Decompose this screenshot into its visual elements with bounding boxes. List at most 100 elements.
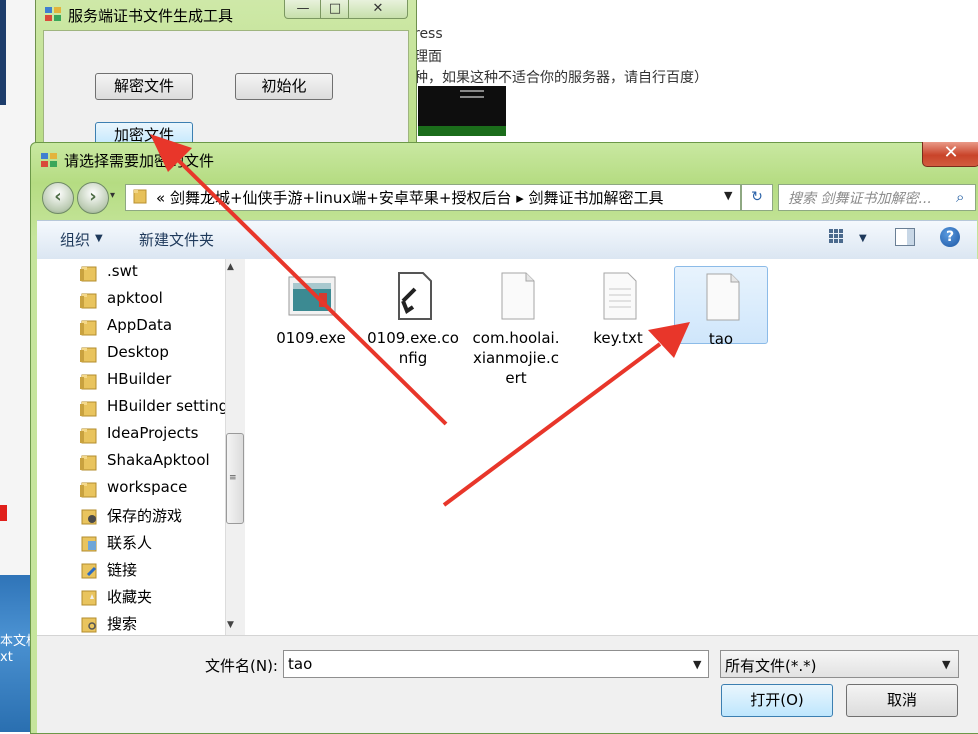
filetype-dropdown-icon[interactable]: ▼ — [942, 658, 950, 671]
favorites-icon — [80, 588, 100, 606]
exe-icon — [287, 271, 337, 321]
tree-item[interactable]: HBuilder — [80, 368, 225, 395]
forward-button[interactable]: › — [77, 182, 109, 214]
tree-item[interactable]: Desktop — [80, 341, 225, 368]
tree-item[interactable]: workspace — [80, 476, 225, 503]
folder-icon — [80, 480, 100, 498]
view-options-icon[interactable] — [828, 228, 844, 244]
history-dropdown-icon[interactable]: ▾ — [110, 190, 115, 201]
tool-window-title: 服务端证书文件生成工具 — [68, 7, 234, 25]
tree-item-label: 链接 — [107, 561, 138, 579]
tree-item[interactable]: 收藏夹 — [80, 584, 225, 611]
folder-icon — [80, 291, 100, 309]
tree-item[interactable]: AppData — [80, 314, 225, 341]
file-item[interactable]: 0109.exe — [265, 266, 357, 382]
tree-item[interactable]: 搜索 — [80, 611, 225, 638]
filename-label: 文件名(N): — [205, 657, 278, 675]
searches-icon — [80, 615, 100, 633]
folder-icon — [80, 345, 100, 363]
organize-menu[interactable]: 组织 — [60, 229, 90, 250]
background-blue-block — [0, 0, 6, 105]
contacts-icon — [80, 534, 100, 552]
search-icon[interactable]: ⌕ — [956, 188, 964, 206]
tree-item[interactable]: apktool — [80, 287, 225, 314]
folder-icon — [80, 453, 100, 471]
filename-input[interactable] — [283, 650, 709, 678]
maximize-button[interactable]: □ — [320, 0, 350, 19]
open-button[interactable]: 打开(O) — [721, 684, 833, 717]
terminal-status-bar — [418, 126, 506, 136]
address-path[interactable]: « 剑舞龙城+仙侠手游+linux端+安卓苹果+授权后台 ▸ 剑舞证书加解密工具 — [156, 187, 664, 208]
blank-file-icon — [492, 271, 542, 321]
background-red-mark — [0, 505, 7, 521]
tree-item-label: IdeaProjects — [107, 424, 199, 442]
back-button[interactable]: ‹ — [42, 182, 74, 214]
tree-item-label: ShakaApktool — [107, 451, 210, 469]
tree-item-label: .swt — [107, 262, 138, 280]
app-window-icon — [45, 7, 61, 21]
folder-icon — [133, 189, 147, 204]
terminal-line — [460, 90, 484, 92]
tree-item-label: 联系人 — [107, 534, 153, 552]
tree-item-label: apktool — [107, 289, 163, 307]
filename-dropdown-icon[interactable]: ▼ — [693, 658, 701, 671]
tree-item-label: HBuilder setting — [107, 397, 229, 415]
background-text: ress — [414, 26, 443, 42]
tree-item-label: Desktop — [107, 343, 169, 361]
minimize-button[interactable]: — — [284, 0, 322, 19]
tree-item-label: AppData — [107, 316, 173, 334]
terminal-line — [460, 96, 484, 98]
file-item[interactable]: com.hoolai.xianmojie.cert — [470, 266, 562, 387]
tool-close-button[interactable]: ✕ — [348, 0, 408, 19]
filename-value[interactable]: tao — [288, 655, 312, 673]
background-text: 理面 — [414, 49, 442, 65]
tree-item-label: HBuilder — [107, 370, 172, 388]
folder-icon — [80, 264, 100, 282]
tree-item[interactable]: IdeaProjects — [80, 422, 225, 449]
links-icon — [80, 561, 100, 579]
tree-item[interactable]: 链接 — [80, 557, 225, 584]
scroll-down-icon[interactable]: ▼ — [227, 620, 234, 630]
desktop-label: xt — [0, 650, 13, 665]
file-item-label: key.txt — [593, 329, 643, 347]
new-folder-button[interactable]: 新建文件夹 — [139, 229, 214, 250]
file-item[interactable]: key.txt — [572, 266, 664, 382]
file-item-label: tao — [708, 330, 734, 348]
blank-file-icon — [697, 272, 747, 322]
file-item-label: 0109.exe.config — [367, 329, 459, 367]
file-item[interactable]: tao — [674, 266, 768, 348]
tree-item[interactable]: 联系人 — [80, 530, 225, 557]
tree-item[interactable]: 保存的游戏 — [80, 503, 225, 530]
tree-item-label: 保存的游戏 — [107, 507, 183, 525]
scroll-up-icon[interactable]: ▲ — [227, 262, 234, 272]
preview-pane-icon[interactable] — [895, 228, 915, 246]
tree-item-label: workspace — [107, 478, 188, 496]
chevron-down-icon[interactable]: ▼ — [95, 233, 103, 244]
folder-icon — [80, 372, 100, 390]
scrollbar-grip-icon: ≡ — [229, 473, 237, 483]
config-file-icon — [389, 271, 439, 321]
chevron-down-icon[interactable]: ▼ — [859, 233, 867, 244]
saved-games-icon — [80, 507, 100, 525]
file-item-label: com.hoolai.xianmojie.cert — [472, 329, 560, 387]
folder-icon — [80, 318, 100, 336]
initialize-button[interactable]: 初始化 — [235, 73, 333, 100]
search-placeholder: 搜索 剑舞证书加解密... — [788, 191, 932, 207]
help-icon[interactable]: ? — [940, 227, 960, 247]
decrypt-file-button[interactable]: 解密文件 — [95, 73, 193, 100]
folder-icon — [80, 426, 100, 444]
cancel-button[interactable]: 取消 — [846, 684, 958, 717]
app-window-icon — [41, 153, 57, 167]
tree-item[interactable]: .swt — [80, 260, 225, 287]
tree-item-label: 收藏夹 — [107, 588, 153, 606]
dialog-close-button[interactable]: ✕ — [922, 142, 978, 167]
text-file-icon — [594, 271, 644, 321]
address-dropdown-icon[interactable]: ▼ — [724, 189, 732, 202]
tree-item[interactable]: HBuilder setting — [80, 395, 229, 422]
dialog-title: 请选择需要加密的文件 — [64, 152, 215, 170]
background-text: 种，如果这种不适合你的服务器，请自行百度） — [414, 70, 708, 86]
refresh-button[interactable]: ↻ — [741, 184, 773, 211]
filetype-value[interactable]: 所有文件(*.*) — [725, 655, 816, 676]
file-item[interactable]: 0109.exe.config — [367, 266, 459, 382]
tree-item[interactable]: ShakaApktool — [80, 449, 225, 476]
